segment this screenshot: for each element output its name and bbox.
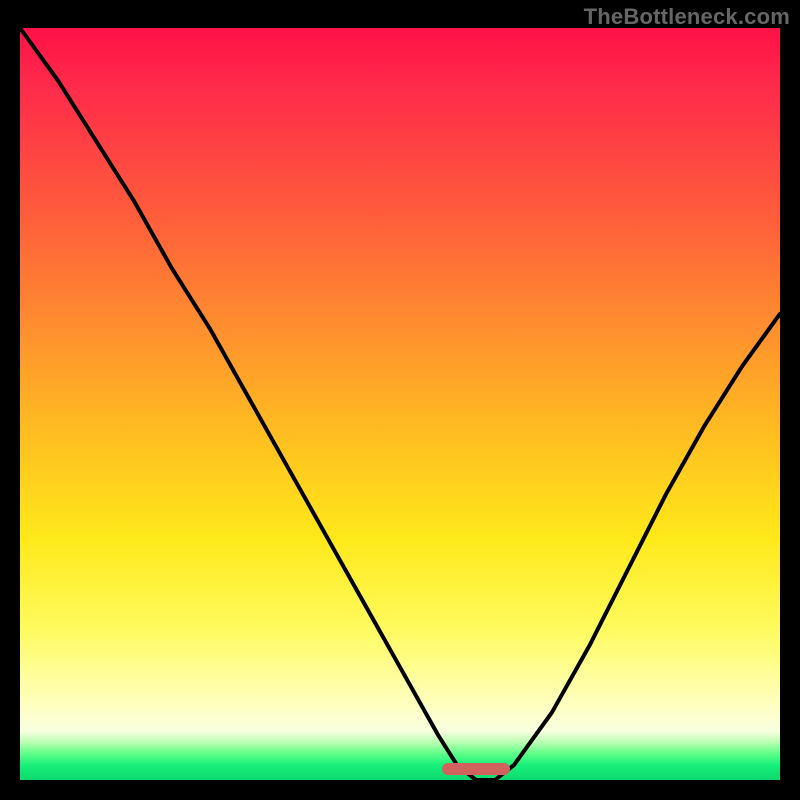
bottleneck-curve (20, 28, 780, 780)
optimal-marker (442, 763, 510, 775)
watermark-text: TheBottleneck.com (584, 4, 790, 30)
chart-frame: TheBottleneck.com (0, 0, 800, 800)
curve-path (20, 28, 780, 780)
plot-area (20, 28, 780, 780)
